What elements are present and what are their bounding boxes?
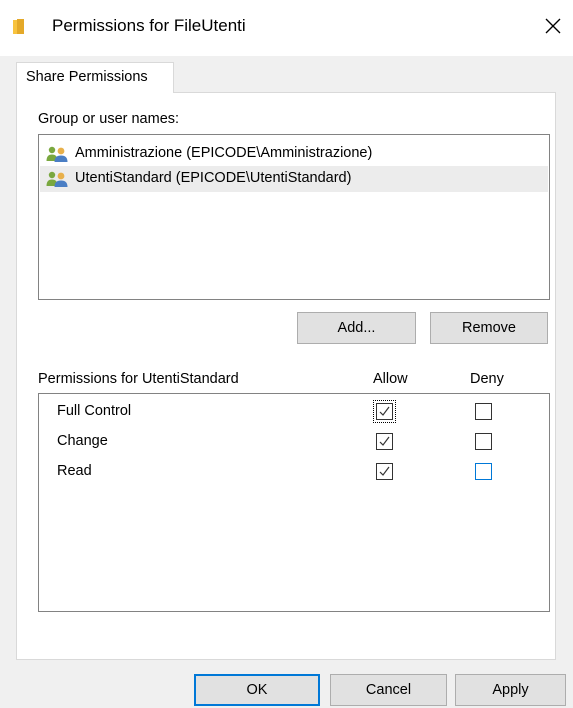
checkmark-icon [379,466,390,476]
title-bar: Permissions for FileUtenti [0,0,573,56]
user-name: Amministrazione (EPICODE\Amministrazione… [75,145,373,161]
full-control-allow-checkbox[interactable] [373,400,396,423]
deny-column-header: Deny [470,371,504,387]
list-item-amministrazione[interactable]: Amministrazione (EPICODE\Amministrazione… [40,141,548,167]
add-button[interactable]: Add... [297,312,416,344]
permissions-list [38,393,550,612]
list-item-utentistandard[interactable]: UtentiStandard (EPICODE\UtentiStandard) [40,166,548,192]
apply-button[interactable]: Apply [455,674,566,706]
permission-name-read: Read [57,463,92,479]
allow-column-header: Allow [373,371,408,387]
window-title: Permissions for FileUtenti [52,16,246,35]
ok-button[interactable]: OK [194,674,320,706]
checkmark-icon [379,406,390,416]
permission-name-change: Change [57,433,108,449]
read-deny-checkbox[interactable] [475,463,492,480]
tab-share-permissions[interactable]: Share Permissions [16,62,174,93]
group-user-list[interactable]: Amministrazione (EPICODE\Amministrazione… [38,134,550,300]
remove-button[interactable]: Remove [430,312,548,344]
change-allow-checkbox[interactable] [376,433,393,450]
full-control-deny-checkbox[interactable] [475,403,492,420]
permissions-for-label: Permissions for UtentiStandard [38,371,239,387]
group-users-icon [46,171,70,187]
tab-label: Share Permissions [26,69,148,85]
close-button[interactable] [537,10,569,42]
change-deny-checkbox[interactable] [475,433,492,450]
checkmark-icon [379,436,390,446]
close-icon [545,18,561,34]
cancel-button[interactable]: Cancel [330,674,447,706]
group-users-icon [46,146,70,162]
folder-icon [13,19,28,34]
user-name: UtentiStandard (EPICODE\UtentiStandard) [75,170,352,186]
group-user-names-label: Group or user names: [38,111,180,127]
permission-name-full-control: Full Control [57,403,132,419]
read-allow-checkbox[interactable] [376,463,393,480]
